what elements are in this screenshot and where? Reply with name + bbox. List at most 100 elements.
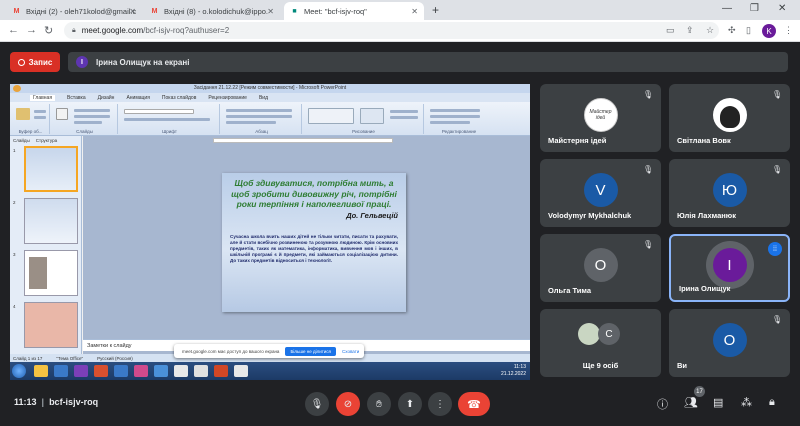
presenter-text: Ірина Олищук на екрані <box>96 57 190 67</box>
new-tab-button[interactable]: + <box>432 3 439 17</box>
more-options-button[interactable]: ⋮ <box>428 392 452 416</box>
slide-thumbnail <box>24 198 78 244</box>
presenter-avatar: І <box>76 56 88 68</box>
hide-notice-button[interactable]: Сховати <box>342 349 359 354</box>
camera-icon[interactable]: ▭ <box>666 25 675 36</box>
pp-group-label: Редактирование <box>441 129 477 134</box>
url-host: meet.google.com <box>81 26 144 35</box>
participant-tile[interactable]: О 🎙︎ Ольга Тима <box>540 234 661 302</box>
more-participants-tile[interactable]: С Ще 9 осіб <box>540 309 661 377</box>
pp-status-theme: "Тема Office" <box>56 355 84 361</box>
profile-avatar[interactable]: K <box>762 24 776 38</box>
app-icon <box>234 365 248 377</box>
back-icon[interactable]: ← <box>8 24 19 36</box>
pp-status-slide: Слайд 1 из 17 <box>13 355 43 361</box>
participant-avatar: О <box>583 248 618 283</box>
menu-dots-icon[interactable]: ⋮ <box>784 25 793 36</box>
record-icon <box>17 58 25 66</box>
paste-icon <box>16 108 30 120</box>
participant-avatar <box>712 98 747 133</box>
browser-tab-strip: M Вхідні (2) - oleh71kolod@gmail.c ✕ M В… <box>0 0 800 20</box>
pp-tab-insert: Вставка <box>67 94 86 101</box>
participant-tile[interactable]: Ю 🎙︎ Юлія Лахманюк <box>669 159 790 227</box>
participant-name: Ірина Олищук <box>679 284 731 293</box>
share-icon[interactable]: ⇪ <box>686 25 694 36</box>
pp-slide-panel: Слайды Структура 1 2 3 4 <box>10 136 82 370</box>
tab-gmail-1[interactable]: M Вхідні (2) - oleh71kolod@gmail.c ✕ <box>6 2 142 20</box>
reload-icon[interactable]: ↻ <box>44 24 53 37</box>
participants-count-badge: 17 <box>694 386 705 397</box>
shared-screen[interactable]: Засідання 21.12.22 [Режим совместимости]… <box>10 84 530 380</box>
people-icon[interactable]: 👥︎ <box>684 396 698 409</box>
present-button[interactable]: ⬆ <box>398 392 422 416</box>
stop-sharing-button[interactable]: Більше не ділитися <box>285 346 336 356</box>
raise-hand-button[interactable]: ✋︎ <box>367 392 391 416</box>
host-controls-icon[interactable]: 🔒︎ <box>769 396 775 409</box>
pp-tab-design: Дизайн <box>97 94 115 101</box>
slide-body: Сучасна школа вчить наших дітей не тільк… <box>230 233 398 264</box>
minimize-icon[interactable]: — <box>722 3 732 14</box>
leave-call-button[interactable]: ☎︎ <box>458 392 490 416</box>
mic-off-icon: 🎙︎ <box>772 315 783 324</box>
office-button-icon <box>13 85 21 92</box>
tab-label: Вхідні (2) - oleh71kolod@gmail.c <box>26 6 137 16</box>
tab-meet[interactable]: ■ Meet: "bcf-isjv-roq" ✕ <box>284 2 424 20</box>
camera-off-button[interactable]: ⊘ <box>336 392 360 416</box>
pp-tab-view: Вид <box>258 94 269 101</box>
chat-icon[interactable]: ▤ <box>713 396 723 409</box>
camera-off-icon: ⊘ <box>343 398 353 410</box>
participant-name: Ольга Тима <box>548 286 592 295</box>
extensions-icon[interactable]: ✣ <box>728 25 736 36</box>
window-close-icon[interactable]: ✕ <box>778 3 786 14</box>
pp-panel-tab-slides: Слайды <box>13 137 30 143</box>
participant-tile[interactable]: V 🎙︎ Volodymyr Mykhalchuk <box>540 159 661 227</box>
mic-off-icon: 🎙︎ <box>643 165 654 174</box>
bookmark-star-icon[interactable]: ☆ <box>706 25 714 36</box>
participant-avatar: Майстер ідей <box>583 98 618 133</box>
close-icon[interactable]: ✕ <box>411 7 418 16</box>
microphone-button[interactable]: 🎙︎ <box>305 392 329 416</box>
mic-off-icon: 🎙︎ <box>772 90 783 99</box>
app-icon <box>94 365 108 377</box>
new-slide-icon <box>56 108 68 120</box>
sidepanel-icon[interactable]: ▯ <box>746 25 751 36</box>
pp-group-label: Буфер об... <box>18 129 43 134</box>
participant-tile[interactable]: 🎙︎ Світлана Вовк <box>669 84 790 152</box>
url-path: /bcf-isjv-roq?authuser=2 <box>143 26 230 35</box>
self-tile[interactable]: О 🎙︎ Ви <box>669 309 790 377</box>
thumb-number: 3 <box>13 252 16 257</box>
forward-icon[interactable]: → <box>26 24 37 36</box>
participant-avatar: О <box>712 323 747 358</box>
url-field[interactable]: 🔒︎ meet.google.com/bcf-isjv-roq?authuser… <box>64 22 719 39</box>
share-notice: meet.google.com має доступ до вашого екр… <box>174 344 364 358</box>
hand-icon: ✋︎ <box>376 398 382 410</box>
phone-hangup-icon: ☎︎ <box>467 398 481 411</box>
info-icon[interactable]: ⓘ <box>657 396 668 412</box>
meeting-code: bcf-isjv-roq <box>49 397 99 407</box>
mic-off-icon: 🎙︎ <box>772 165 783 174</box>
microphone-icon: 🎙︎ <box>310 398 324 410</box>
pp-group-editing: Редактирование <box>426 104 492 134</box>
pp-ribbon-tabs: Главная Вставка Дизайн Анимация Показ сл… <box>10 93 530 102</box>
participant-tile[interactable]: Майстер ідей 🎙︎ Майстерня ідей <box>540 84 661 152</box>
close-icon[interactable]: ✕ <box>129 7 136 16</box>
tab-label: Вхідні (8) - o.kolodichuk@ippo. <box>164 6 269 16</box>
participant-name: Світлана Вовк <box>677 136 731 145</box>
meeting-time: 11:13 <box>14 397 37 407</box>
participant-avatar: Ю <box>712 173 747 208</box>
tab-gmail-2[interactable]: M Вхідні (8) - o.kolodichuk@ippo. ✕ <box>144 2 280 20</box>
pp-group-slides: Слайды <box>52 104 118 134</box>
pp-tab-animation: Анимация <box>126 94 150 101</box>
chrome-icon <box>194 365 208 377</box>
participant-tile-active-speaker[interactable]: І ⁞⁞ Ірина Олищук <box>669 234 790 302</box>
maximize-icon[interactable]: ❐ <box>750 3 759 14</box>
pp-status-lang: Русский (Россия) <box>97 355 133 361</box>
pp-panel-tab-outline: Структура <box>35 137 58 143</box>
record-button[interactable]: Запис <box>10 52 60 72</box>
meeting-info: 11:13 | bcf-isjv-roq <box>14 397 98 407</box>
activities-icon[interactable]: ⁂ <box>741 396 752 409</box>
record-label: Запис <box>28 57 53 67</box>
close-icon[interactable]: ✕ <box>267 7 274 16</box>
slide-thumbnail <box>24 250 78 296</box>
tab-label: Meet: "bcf-isjv-roq" <box>304 6 367 16</box>
